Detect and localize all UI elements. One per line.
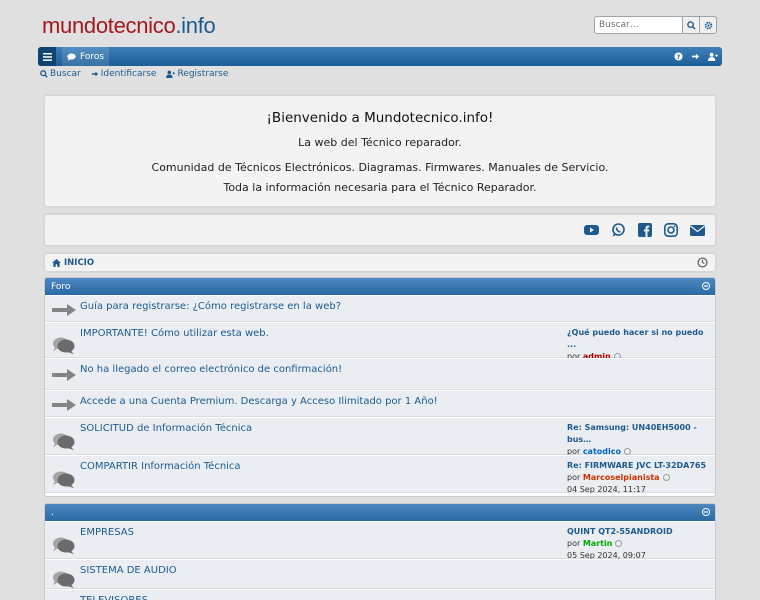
forum-section-title: Foro [51,281,71,292]
site-logo[interactable]: mundotecnico.info [42,13,216,39]
facebook-icon[interactable] [638,223,652,237]
clock-icon [697,257,708,268]
last-post-title-link[interactable]: Re: Samsung: UN40EH5000 - bus… [567,422,715,446]
last-post-title-link[interactable]: ¿Qué puedo hacer si no puedo ... [567,327,715,351]
comment-icon [67,53,76,61]
forum-row: No ha llegado el correo electrónico de c… [45,358,715,390]
last-post-info: QUINT QT2-55ANDROID por Martin 05 Sep 2024… [567,526,673,562]
last-post-by: por [567,539,581,548]
search-button[interactable] [683,16,700,34]
forum-section: Foro Guía para registrarse: ¿Cómo registr… [44,277,716,497]
forum-row: TELEVISORES [45,589,715,600]
forum-arrow-icon [52,369,76,381]
youtube-icon[interactable] [584,223,599,237]
breadcrumb-home[interactable]: INICIO [64,258,94,268]
last-post-date: 04 Sep 2024, 11:17 [567,485,646,494]
forum-row: COMPARTIR Información Técnica Re: FIRMWAR… [45,455,715,496]
login-link-label: Identificarse [100,69,157,79]
collapse-icon[interactable] [702,282,710,290]
forum-chat-icon [53,537,75,554]
forum-title-link[interactable]: TELEVISORES [80,595,148,600]
forum-section-header: . [45,504,715,521]
breadcrumb: INICIO [44,253,716,272]
forum-title-link[interactable]: No ha llegado el correo electrónico de c… [80,364,342,375]
welcome-subtitle: La web del Técnico reparador. [298,136,462,149]
home-icon [52,258,61,267]
last-post-by: por [567,473,581,482]
login-icon [91,71,98,77]
view-latest-post-icon[interactable] [615,540,623,547]
forum-row: SISTEMA DE AUDIO [45,559,715,589]
forum-title-link[interactable]: IMPORTANTE! Cómo utilizar esta web. [80,328,269,339]
forum-chat-icon [53,433,75,450]
navbar-right-icons: ? [674,47,718,66]
nav-forums-link[interactable]: Foros [62,47,110,66]
search-icon [40,70,48,78]
last-post-user-link[interactable]: Marcoselpianista [583,473,660,482]
last-post-title-link[interactable]: Re: FIRMWARE JVC LT-32DA765 [567,460,706,472]
welcome-line-2: Toda la información necesaria para el Té… [223,181,537,194]
welcome-title: ¡Bienvenido a Mundotecnico.info! [266,110,494,126]
login-icon[interactable] [691,52,700,61]
forum-row: IMPORTANTE! Cómo utilizar esta web. ¿Qué … [45,322,715,373]
forum-arrow-icon [52,304,76,316]
welcome-line-1: Comunidad de Técnicos Electrónicos. Diag… [151,161,609,174]
forum-arrow-icon [52,399,76,411]
logo-tld: .info [175,13,216,38]
social-panel [44,214,716,246]
view-latest-post-icon[interactable] [662,474,670,481]
forum-title-link[interactable]: EMPRESAS [80,527,134,538]
help-icon[interactable]: ? [674,52,683,61]
nav-forums-label: Foros [80,51,105,62]
login-link[interactable]: Identificarse [91,69,157,79]
forum-row: SOLICITUD de Información Técnica Re: Sams… [45,417,715,468]
forum-title-link[interactable]: Accede a una Cuenta Premium. Descarga y … [80,396,438,407]
logo-main: mundotecnico [42,13,176,38]
search-link[interactable]: Buscar [40,69,81,79]
instagram-icon[interactable] [664,223,678,237]
register-link[interactable]: Registrarse [166,69,228,79]
email-icon[interactable] [690,223,705,237]
last-post-title-link[interactable]: QUINT QT2-55ANDROID [567,526,673,538]
search-input[interactable] [594,16,683,34]
menu-button[interactable] [38,47,56,66]
gear-icon [704,21,712,29]
last-post-user-link[interactable]: Martin [583,539,613,548]
forum-row: Guía para registrarse: ¿Cómo registrarse… [45,295,715,322]
forum-section: . EMPRESAS QUINT QT2-55ANDROID por Martin 05… [44,503,716,600]
view-latest-post-icon[interactable] [623,448,631,455]
hamburger-icon [42,52,52,61]
forum-title-link[interactable]: COMPARTIR Información Técnica [80,461,241,472]
welcome-panel: ¡Bienvenido a Mundotecnico.info! La web … [44,95,716,207]
search-icon [686,20,696,30]
forum-title-link[interactable]: Guía para registrarse: ¿Cómo registrarse… [80,301,341,312]
forum-title-link[interactable]: SISTEMA DE AUDIO [80,565,177,576]
svg-text:?: ? [677,54,681,61]
register-icon[interactable] [708,52,718,61]
search-box [594,16,717,34]
register-link-label: Registrarse [177,69,229,79]
forum-row: Accede a una Cuenta Premium. Descarga y … [45,390,715,417]
main-navbar: Foros ? [38,47,722,66]
collapse-icon[interactable] [702,508,710,516]
register-icon [166,70,176,78]
quick-links: Buscar Identificarse Registrarse [40,69,228,79]
last-post-info: Re: FIRMWARE JVC LT-32DA765 por Marcoselp… [567,460,706,496]
forum-row: EMPRESAS QUINT QT2-55ANDROID por Martin 05 … [45,521,715,562]
forum-chat-icon [53,471,75,488]
search-link-label: Buscar [50,69,81,79]
whatsapp-icon[interactable] [611,223,626,237]
forum-section-header: Foro [45,278,715,295]
forum-section-title: . [51,507,54,518]
forum-chat-icon [53,571,75,588]
forum-chat-icon [53,337,75,354]
forum-title-link[interactable]: SOLICITUD de Información Técnica [80,423,252,434]
advanced-search-button[interactable] [700,16,717,34]
